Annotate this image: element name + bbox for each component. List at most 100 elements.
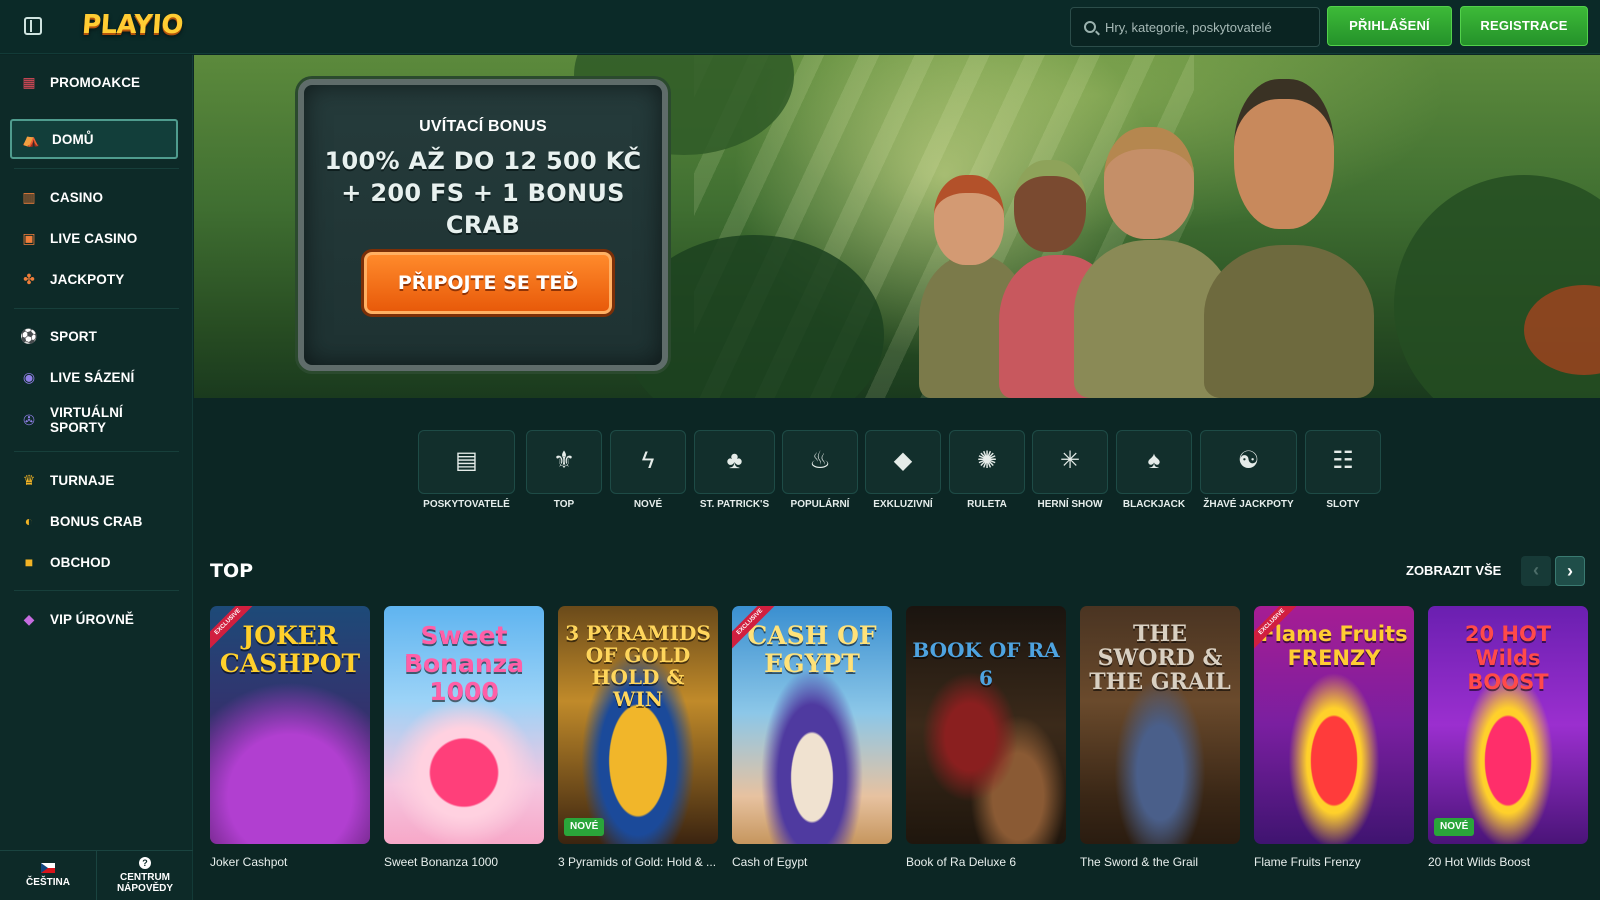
- providers-icon: ▤: [455, 447, 478, 474]
- sidebar-item-sport[interactable]: ⚽ SPORT: [0, 316, 193, 356]
- sidebar-item-label: PROMOAKCE: [50, 74, 141, 90]
- sidebar-item-label: CASINO: [50, 189, 104, 205]
- category-exclusive[interactable]: ◆: [865, 430, 941, 494]
- czech-flag-icon: [41, 863, 55, 873]
- category-label: NOVÉ: [633, 499, 663, 510]
- gamepad-icon: ✇: [23, 412, 35, 428]
- game-card-3-pyramids-of-gold[interactable]: 3 PYRAMIDS OF GOLD HOLD & WIN NOVÉ: [558, 606, 718, 844]
- sidebar-item-tournaments[interactable]: ♛ TURNAJE: [0, 460, 193, 500]
- join-now-button[interactable]: PŘIPOJTE SE TEĎ: [364, 252, 612, 314]
- sidebar-item-vip[interactable]: ◆ VIP ÚROVNĚ: [0, 599, 193, 639]
- sidebar-item-jackpots[interactable]: ✤ JACKPOTY: [0, 259, 193, 299]
- game-title[interactable]: Cash of Egypt: [732, 855, 894, 869]
- game-card-cash-of-egypt[interactable]: CASH OF EGYPT EXCLUSIVE: [732, 606, 892, 844]
- category-label: ŽHAVÉ JACKPOTY: [1203, 499, 1294, 510]
- category-label: HERNÍ SHOW: [1037, 499, 1103, 510]
- category-slots[interactable]: ☷: [1305, 430, 1381, 494]
- game-logo: CASH OF EGYPT: [747, 621, 877, 678]
- help-center-label: CENTRUM NÁPOVĚDY: [116, 872, 174, 894]
- diamond-icon: ◆: [23, 611, 35, 627]
- roulette-icon: ✺: [976, 447, 998, 474]
- trophy-icon: ♛: [22, 472, 36, 488]
- crab-icon: ◐: [24, 513, 34, 529]
- game-card-sweet-bonanza-1000[interactable]: Sweet Bonanza 1000: [384, 606, 544, 844]
- category-label: ST. PATRICK'S: [699, 499, 770, 510]
- search-input[interactable]: [1105, 8, 1315, 46]
- category-top[interactable]: ⚜: [526, 430, 602, 494]
- game-logo: Flame Fruits FRENZY: [1260, 622, 1408, 670]
- register-button[interactable]: REGISTRACE: [1460, 6, 1588, 46]
- sidebar-item-virtual-sports[interactable]: ✇ VIRTUÁLNÍ SPORTY: [0, 398, 193, 442]
- game-title[interactable]: Sweet Bonanza 1000: [384, 855, 546, 869]
- sidebar: ▦ PROMOAKCE ⛺ DOMŮ ▥ CASINO ▣ LIVE CASIN…: [0, 55, 193, 900]
- game-logo: 20 HOT Wilds BOOST: [1464, 622, 1552, 694]
- flame-icon: ♨: [809, 447, 831, 474]
- casino-icon: ▥: [22, 189, 36, 205]
- game-logo: THE SWORD & THE GRAIL: [1089, 621, 1231, 695]
- game-card-flame-fruits-frenzy[interactable]: Flame Fruits FRENZY EXCLUSIVE: [1254, 606, 1414, 844]
- category-roulette[interactable]: ✺: [949, 430, 1025, 494]
- sidebar-divider: [14, 590, 179, 591]
- sidebar-item-casino[interactable]: ▥ CASINO: [0, 177, 193, 217]
- shop-bag-icon: ■: [24, 554, 34, 570]
- login-button[interactable]: PŘIHLÁŠENÍ: [1327, 6, 1452, 46]
- category-game-show[interactable]: ✳: [1032, 430, 1108, 494]
- sidebar-item-label: VIRTUÁLNÍ SPORTY: [50, 405, 123, 435]
- welcome-bonus-banner[interactable]: UVÍTACÍ BONUS 100% AŽ DO 12 500 KČ + 200…: [194, 55, 1600, 398]
- sidebar-item-label: LIVE SÁZENÍ: [50, 369, 135, 385]
- sidebar-item-live-casino[interactable]: ▣ LIVE CASINO: [0, 218, 193, 258]
- gift-icon: ▦: [22, 74, 36, 90]
- sidebar-item-label: JACKPOTY: [50, 271, 125, 287]
- game-card-the-sword-and-the-grail[interactable]: THE SWORD & THE GRAIL: [1080, 606, 1240, 844]
- game-card-joker-cashpot[interactable]: JOKER CASHPOT EXCLUSIVE: [210, 606, 370, 844]
- sidebar-item-label: OBCHOD: [50, 554, 111, 570]
- sidebar-item-bonus-crab[interactable]: ◐ BONUS CRAB: [0, 501, 193, 541]
- game-title[interactable]: Book of Ra Deluxe 6: [906, 855, 1068, 869]
- diamond-icon: ◆: [893, 447, 913, 474]
- sidebar-divider: [14, 451, 179, 452]
- game-logo: 3 PYRAMIDS OF GOLD HOLD & WIN: [565, 621, 711, 711]
- sidebar-item-label: LIVE CASINO: [50, 230, 138, 246]
- playio-logo[interactable]: PLAYIO: [81, 10, 184, 40]
- game-title[interactable]: Joker Cashpot: [210, 855, 372, 869]
- football-icon: ⚽: [20, 328, 38, 344]
- see-all-link[interactable]: ZOBRAZIT VŠE: [1406, 563, 1501, 578]
- bonus-panel: UVÍTACÍ BONUS 100% AŽ DO 12 500 KČ + 200…: [298, 79, 668, 371]
- sidebar-item-shop[interactable]: ■ OBCHOD: [0, 542, 193, 582]
- game-title[interactable]: 20 Hot Wilds Boost: [1428, 855, 1590, 869]
- sidebar-toggle-icon[interactable]: [24, 17, 42, 35]
- sidebar-item-label: SPORT: [50, 328, 98, 344]
- category-blackjack[interactable]: ♠: [1116, 430, 1192, 494]
- search-box[interactable]: [1070, 7, 1320, 47]
- category-hot-jackpots[interactable]: ☯: [1200, 430, 1297, 494]
- live-betting-icon: ◉: [22, 369, 36, 385]
- category-label: POPULÁRNÍ: [790, 499, 850, 510]
- top-header: PLAYIO PŘIHLÁŠENÍ REGISTRACE: [0, 0, 1600, 54]
- game-logo: Sweet Bonanza 1000: [403, 621, 525, 706]
- game-title[interactable]: The Sword & the Grail: [1080, 855, 1242, 869]
- game-title[interactable]: Flame Fruits Frenzy: [1254, 855, 1416, 869]
- game-logo: JOKER CASHPOT: [219, 621, 361, 678]
- new-badge: NOVÉ: [564, 818, 605, 836]
- sidebar-divider: [14, 308, 179, 309]
- language-selector[interactable]: ČEŠTINA: [0, 851, 96, 900]
- carousel-prev-button[interactable]: ‹: [1521, 556, 1551, 586]
- category-st-patricks[interactable]: ♣: [694, 430, 775, 494]
- game-card-20-hot-wilds-boost[interactable]: 20 HOT Wilds BOOST NOVÉ: [1428, 606, 1588, 844]
- sidebar-item-promotions[interactable]: ▦ PROMOAKCE: [0, 62, 193, 102]
- sidebar-divider: [14, 168, 179, 169]
- game-title[interactable]: 3 Pyramids of Gold: Hold & ...: [558, 855, 720, 869]
- sidebar-item-label: VIP ÚROVNĚ: [50, 611, 135, 627]
- help-center-button[interactable]: ? CENTRUM NÁPOVĚDY: [96, 851, 193, 900]
- language-label: ČEŠTINA: [26, 877, 70, 888]
- sidebar-item-label: TURNAJE: [50, 472, 115, 488]
- sidebar-item-home[interactable]: ⛺ DOMŮ: [10, 119, 178, 159]
- category-new[interactable]: ϟ: [610, 430, 686, 494]
- carousel-next-button[interactable]: ›: [1555, 556, 1585, 586]
- sidebar-item-live-betting[interactable]: ◉ LIVE SÁZENÍ: [0, 357, 193, 397]
- category-label: BLACKJACK: [1122, 499, 1186, 510]
- category-popular[interactable]: ♨: [782, 430, 858, 494]
- game-card-book-of-ra-deluxe-6[interactable]: BOOK OF RA 6: [906, 606, 1066, 844]
- game-logo: BOOK OF RA 6: [912, 638, 1060, 690]
- category-providers[interactable]: ▤: [418, 430, 515, 494]
